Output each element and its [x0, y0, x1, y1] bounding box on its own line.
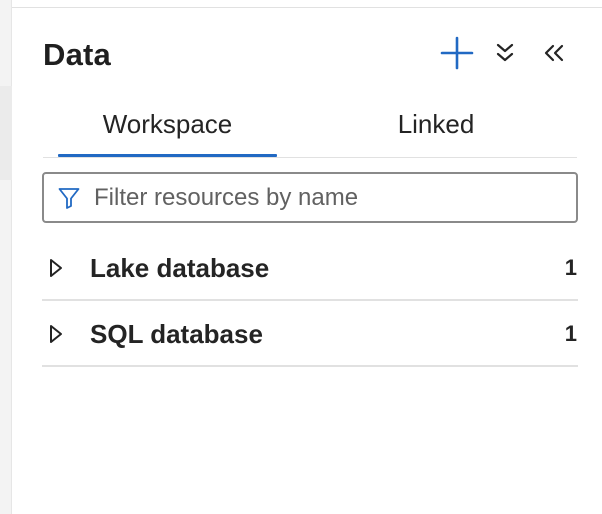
caret-right-icon[interactable] [48, 258, 64, 278]
caret-right-icon[interactable] [48, 324, 64, 344]
double-chevron-down-icon [496, 43, 514, 62]
panel-title: Data [43, 37, 111, 72]
hub-tabs: Workspace Linked [43, 105, 577, 158]
filter-funnel-icon [56, 185, 82, 211]
filter-box [42, 172, 578, 223]
panel-header: Data [43, 35, 572, 75]
top-divider [12, 0, 602, 8]
filter-resources-input[interactable] [94, 183, 554, 212]
tab-linked[interactable]: Linked [325, 105, 547, 157]
data-panel: Data Workspace Linked Filter resources b… [13, 9, 602, 514]
tree-item-label: Lake database [90, 253, 270, 283]
plus-icon [440, 36, 474, 70]
tree-item-lake-database[interactable]: Lake database 1 [42, 235, 578, 301]
tree-item-count: 1 [564, 255, 577, 280]
tab-workspace[interactable]: Workspace [58, 105, 277, 157]
tree-item-sql-database[interactable]: SQL database 1 [42, 301, 578, 367]
resource-tree: Lake database 1 SQL database 1 [42, 235, 578, 367]
tree-item-label: SQL database [90, 319, 263, 349]
add-resource-button[interactable] [439, 35, 475, 71]
expand-all-button[interactable] [491, 35, 519, 71]
tree-item-count: 1 [564, 321, 577, 346]
selected-tab-indicator [58, 154, 277, 157]
gutter-highlight [0, 86, 12, 180]
collapse-panel-button[interactable] [537, 35, 571, 71]
data-hub-page: Data Workspace Linked Filter resources b… [0, 0, 602, 514]
double-chevron-left-icon [544, 44, 564, 62]
left-gutter [0, 0, 12, 514]
